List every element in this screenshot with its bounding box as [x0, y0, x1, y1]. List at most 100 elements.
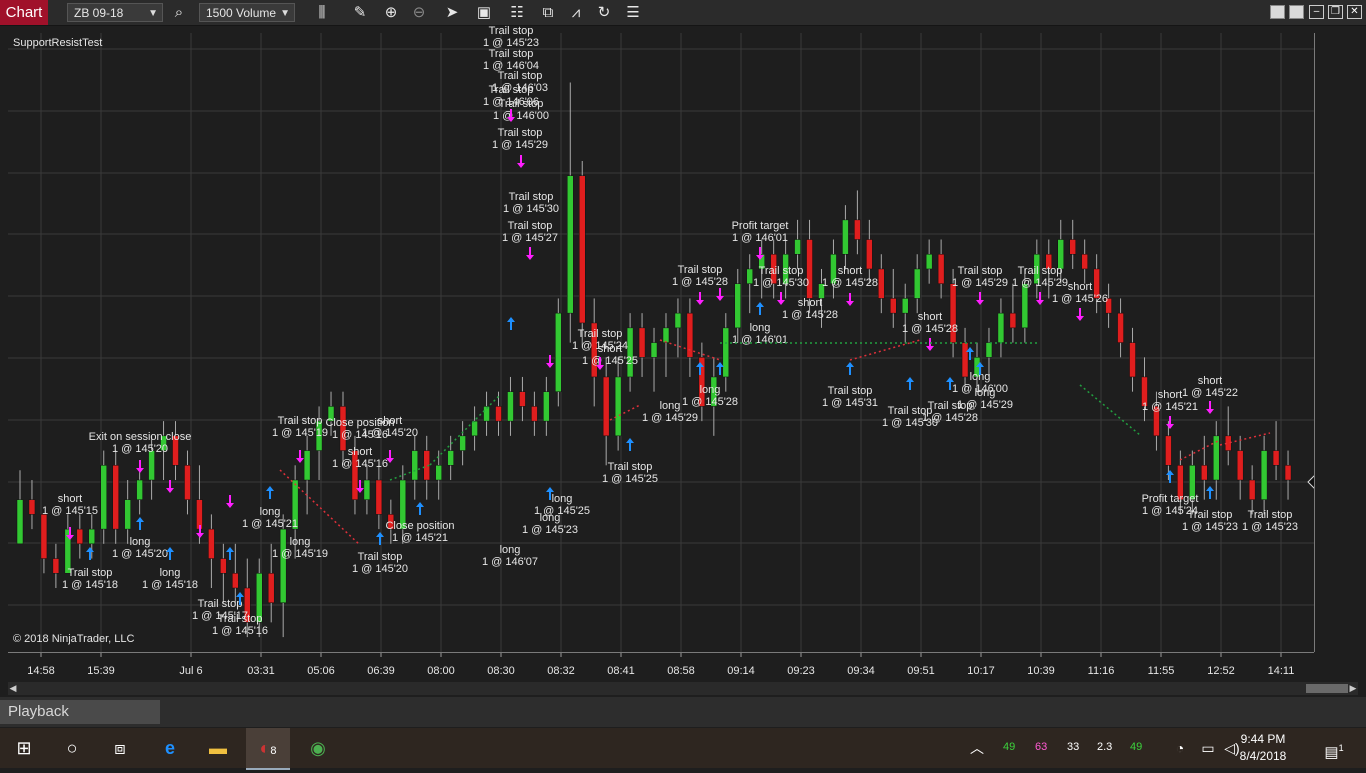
candle-body — [1260, 450, 1268, 500]
trade-price-label: 1 @ 145'29 — [952, 277, 1008, 289]
file-explorer-icon[interactable]: ▬ — [196, 728, 240, 768]
trade-label: Trail stop — [489, 48, 534, 60]
candle-body — [674, 312, 682, 329]
taskbar-clock[interactable]: 9:44 PM 8/4/2018 — [1232, 731, 1294, 765]
copyright-text: © 2018 NinjaTrader, LLC — [13, 633, 135, 645]
show-hidden-icons-icon[interactable]: ︿ — [955, 728, 999, 768]
candle-body — [124, 499, 131, 530]
edge-icon[interactable]: e — [148, 728, 192, 768]
ninjatrader-badge: 8 — [270, 745, 277, 757]
trade-label: long — [660, 400, 681, 412]
candle-body — [878, 268, 885, 299]
candle-body — [1081, 253, 1088, 270]
trade-price-label: 1 @ 145'26 — [1052, 293, 1108, 305]
candle-body — [267, 573, 275, 603]
trade-price-label: 1 @ 145'27 — [502, 232, 558, 244]
trade-price-label: 1 @ 145'29 — [642, 412, 698, 424]
candle-body — [1272, 450, 1280, 466]
trade-label: long — [552, 493, 573, 505]
cortana-icon[interactable]: ○ — [50, 728, 94, 768]
trade-price-label: 1 @ 145'18 — [62, 579, 118, 591]
candle-body — [543, 391, 550, 422]
tray-readout: 63 — [1035, 741, 1048, 753]
candle-body — [662, 327, 670, 343]
trade-label: Trail stop — [958, 265, 1003, 277]
trade-price-label: 1 @ 145'25 — [602, 473, 658, 485]
notification-count: 1 — [1338, 743, 1344, 753]
candle-body — [842, 219, 849, 255]
scroll-left-icon[interactable]: ◀ — [8, 682, 18, 695]
sell-arrow-icon — [1076, 308, 1084, 321]
trade-price-label: 1 @ 145'19 — [272, 548, 328, 560]
candle-body — [901, 298, 909, 314]
trade-label: short — [1198, 375, 1222, 387]
trade-price-label: 1 @ 145'19 — [272, 427, 328, 439]
trade-label: Trail stop — [1018, 265, 1063, 277]
trade-price-label: 1 @ 145'20 — [362, 427, 418, 439]
trade-price-label: 1 @ 146'01 — [732, 334, 788, 346]
trade-label: Trail stop — [608, 461, 653, 473]
trade-label: Exit on session close — [89, 431, 192, 443]
trade-price-label: 1 @ 145'20 — [112, 443, 168, 455]
strategy-label: SupportResistTest — [13, 37, 103, 49]
candle-body — [196, 499, 203, 530]
candle-body — [1284, 465, 1292, 481]
playback-tab[interactable]: Playback — [0, 700, 160, 724]
trade-label: long — [290, 536, 311, 548]
candle-body — [1117, 312, 1124, 343]
candle-body — [1236, 450, 1244, 481]
notifications-icon[interactable]: ▤1 — [1312, 728, 1356, 768]
trade-label: Trail stop — [499, 98, 544, 110]
candle-body — [459, 435, 466, 451]
trade-price-label: 1 @ 145'29 — [1012, 277, 1068, 289]
price-axis — [1314, 33, 1366, 652]
sell-arrow-icon — [696, 292, 704, 305]
sell-arrow-icon — [926, 338, 934, 351]
trade-price-label: 1 @ 145'16 — [332, 458, 388, 470]
candle-body — [375, 479, 383, 515]
trade-label: long — [160, 567, 181, 579]
candle-body — [854, 219, 861, 240]
chart-scrollbar[interactable] — [8, 682, 1358, 695]
candle-body — [1248, 479, 1256, 500]
chrome-icon[interactable]: ◉ — [296, 728, 340, 768]
trade-label: long — [500, 544, 521, 556]
scroll-thumb[interactable] — [1306, 684, 1348, 693]
trade-price-label: 1 @ 145'29 — [492, 139, 548, 151]
trade-label: Trail stop — [828, 385, 873, 397]
clock-time: 9:44 PM — [1240, 732, 1286, 746]
candle-body — [303, 450, 311, 481]
windows-start-icon[interactable]: ⊞ — [2, 728, 46, 768]
trade-label: Trail stop — [1248, 509, 1293, 521]
candle-body — [602, 376, 610, 437]
sell-arrow-icon — [296, 450, 304, 463]
candle-body — [1009, 312, 1017, 329]
candle-body — [531, 406, 538, 422]
candle-body — [626, 327, 634, 378]
candle-body — [794, 239, 801, 255]
candle-body — [471, 420, 478, 437]
time-axis — [8, 652, 1314, 683]
trade-label: long — [130, 536, 151, 548]
trade-label: short — [798, 297, 822, 309]
candle-body — [483, 406, 490, 422]
buy-arrow-icon — [756, 302, 764, 315]
trade-price-label: 1 @ 145'23 — [1242, 521, 1298, 533]
buy-arrow-icon — [1166, 470, 1174, 483]
trade-price-label: 1 @ 146'07 — [482, 556, 538, 568]
scroll-right-icon[interactable]: ▶ — [1348, 682, 1358, 695]
trade-label: Trail stop — [68, 567, 113, 579]
candle-body — [220, 558, 227, 574]
candle-body — [232, 573, 239, 589]
buy-arrow-icon — [906, 377, 914, 390]
candle-body — [363, 479, 371, 500]
candle-body — [1129, 342, 1136, 378]
ninjatrader-icon[interactable]: ◐8 — [246, 728, 290, 770]
trade-label: Profit target — [732, 220, 789, 232]
candle-body — [866, 239, 873, 270]
task-view-icon[interactable]: ⧈ — [98, 728, 142, 768]
candle-body — [1021, 283, 1029, 329]
tray-readout: 2.3 — [1097, 741, 1113, 753]
buy-arrow-icon — [1206, 486, 1214, 499]
sell-arrow-icon — [1206, 401, 1214, 414]
